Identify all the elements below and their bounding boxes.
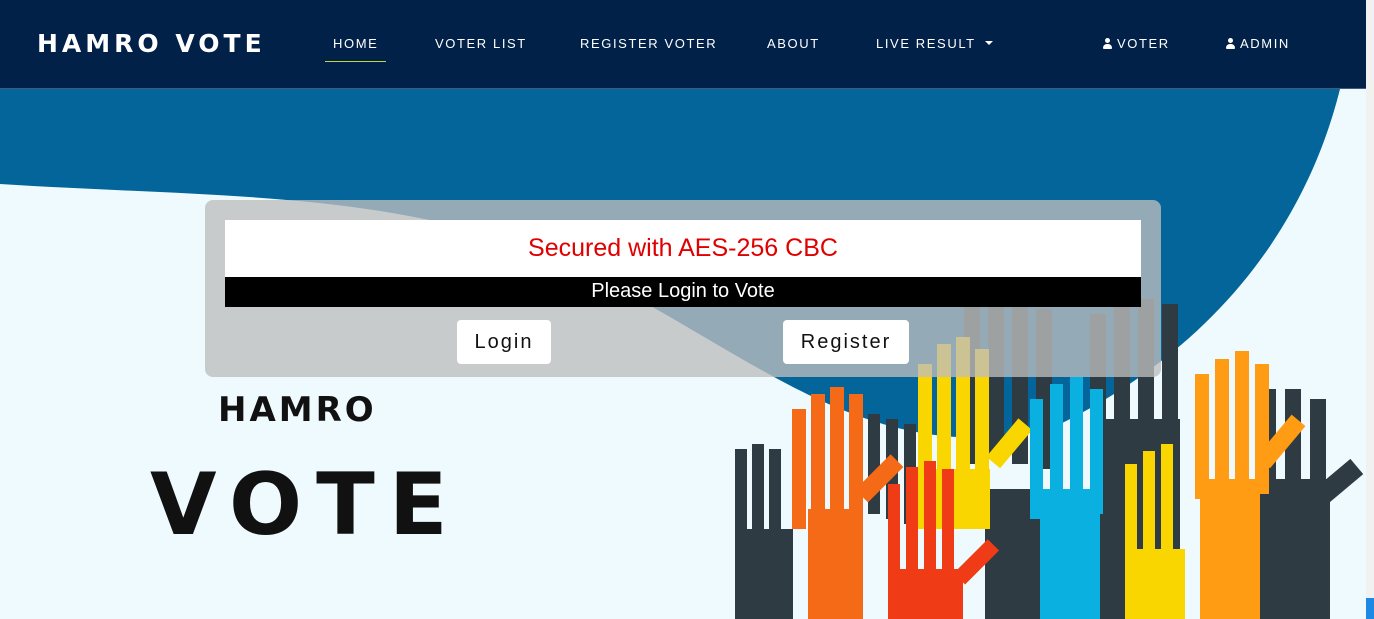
logo-vote-text: VOTE [150, 455, 462, 555]
scrollbar-thumb[interactable] [1366, 598, 1374, 619]
nav-voter-label: VOTER [1117, 36, 1170, 51]
navbar: HAMRO VOTE HOME VOTER LIST REGISTER VOTE… [0, 0, 1366, 89]
logo-hamro-text: HAMRO [218, 390, 377, 430]
nav-live-result-dropdown[interactable]: LIVE RESULT [876, 35, 993, 53]
nav-admin-label: ADMIN [1240, 36, 1290, 51]
brand-logo[interactable]: HAMRO VOTE [37, 28, 266, 60]
nav-home[interactable]: HOME [324, 35, 387, 62]
nav-about[interactable]: ABOUT [767, 35, 820, 53]
nav-voter-list[interactable]: VOTER LIST [435, 35, 527, 53]
login-prompt: Please Login to Vote [225, 277, 1141, 307]
register-button[interactable]: Register [783, 320, 909, 364]
page-scrollbar[interactable] [1366, 0, 1374, 619]
nav-admin[interactable]: ADMIN [1225, 35, 1290, 53]
caret-down-icon [984, 41, 993, 45]
nav-voter[interactable]: VOTER [1102, 35, 1170, 53]
user-icon [1102, 38, 1113, 49]
security-banner: Secured with AES-256 CBC [225, 220, 1141, 277]
login-button[interactable]: Login [457, 320, 551, 364]
nav-register-voter[interactable]: REGISTER VOTER [580, 35, 717, 53]
user-icon [1225, 38, 1236, 49]
nav-live-result-label: LIVE RESULT [876, 36, 976, 51]
